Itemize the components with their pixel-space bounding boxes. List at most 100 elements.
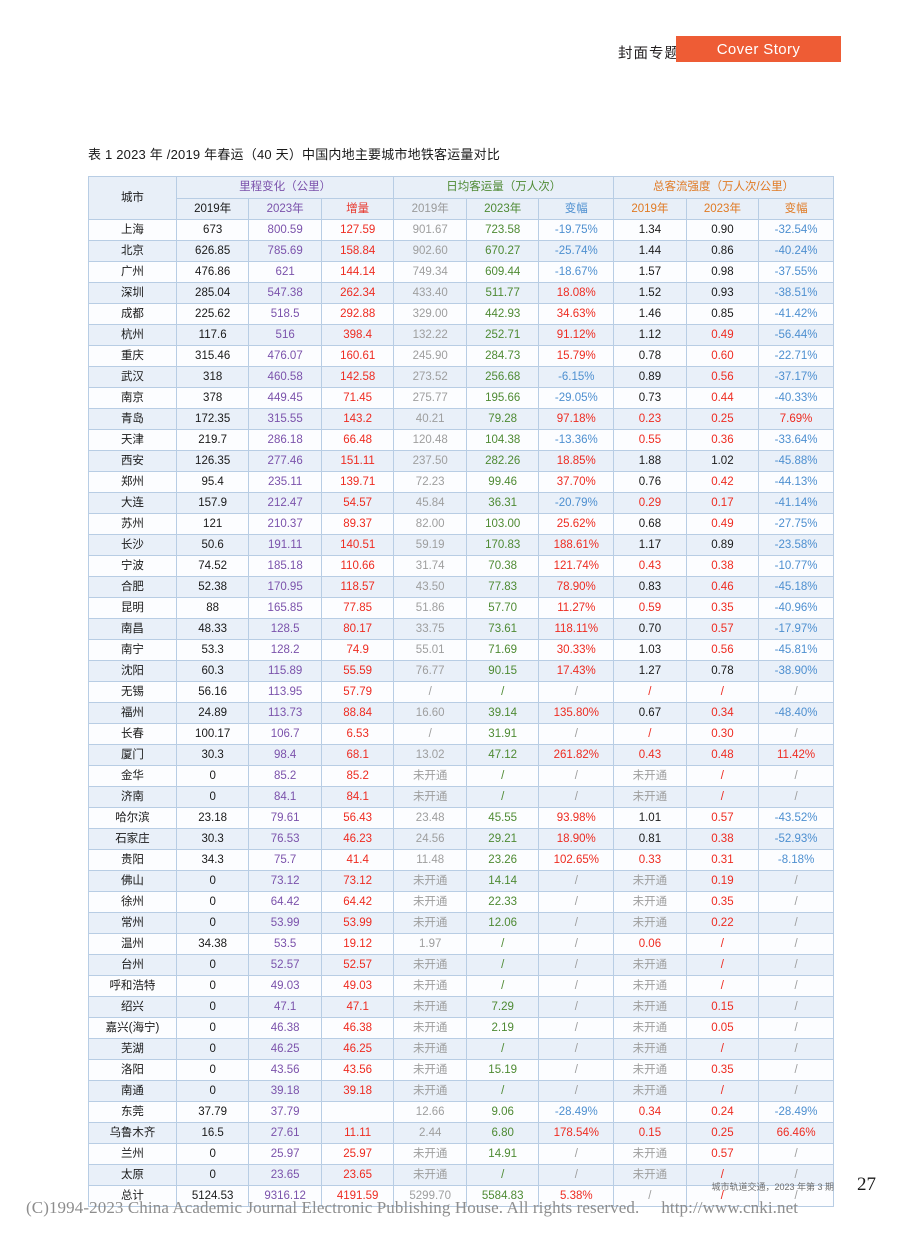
- cell-intensity-2019: 1.46: [613, 303, 687, 325]
- cell-intensity-change: /: [758, 954, 834, 976]
- cell-city: 绍兴: [88, 996, 177, 1018]
- cell-mileage-2023: 79.61: [248, 807, 322, 829]
- cell-city: 昆明: [88, 597, 177, 619]
- cell-mileage-2019: 117.6: [175, 324, 250, 346]
- cell-city: 南京: [88, 387, 177, 409]
- cell-volume-2019: 未开通: [393, 996, 467, 1018]
- cell-mileage-increment: 88.84: [320, 702, 395, 724]
- cell-volume-change: /: [538, 1164, 615, 1186]
- cell-intensity-2019: 未开通: [613, 870, 687, 892]
- cell-mileage-2023: 128.2: [248, 639, 322, 661]
- cell-volume-change: 11.27%: [538, 597, 615, 619]
- cell-mileage-2023: 25.97: [248, 1143, 322, 1165]
- table-row: 西安 126.35 277.46 151.11 237.50 282.26 18.85% 1.…: [88, 450, 834, 472]
- table-row: 宁波 74.52 185.18 110.66 31.74 70.38 121.74% 0.43…: [88, 555, 834, 577]
- cell-intensity-2023: 1.02: [685, 450, 760, 472]
- cell-volume-change: /: [538, 954, 615, 976]
- cell-intensity-change: /: [758, 1038, 834, 1060]
- col-header-intensity-2023: 2023年: [685, 198, 760, 220]
- cell-city: 成都: [88, 303, 177, 325]
- cell-intensity-change: /: [758, 912, 834, 934]
- cell-volume-2019: 43.50: [393, 576, 467, 598]
- cell-mileage-2023: 210.37: [248, 513, 322, 535]
- table-row: 常州 0 53.99 53.99 未开通 12.06/未开通 0.22/: [88, 912, 834, 934]
- cell-volume-2019: 未开通: [393, 870, 467, 892]
- cell-volume-change: 178.54%: [538, 1122, 615, 1144]
- cell-city: 宁波: [88, 555, 177, 577]
- cell-intensity-2019: 0.34: [613, 1101, 687, 1123]
- cell-volume-change: 121.74%: [538, 555, 615, 577]
- cell-volume-change: /: [538, 870, 615, 892]
- table-row: 长沙 50.6 191.11 140.51 59.19 170.83 188.61% 1.17…: [88, 534, 834, 556]
- cell-volume-2019: 12.66: [393, 1101, 467, 1123]
- cell-volume-2019: 72.23: [393, 471, 467, 493]
- table-row: 兰州 0 25.97 25.97 未开通 14.91/未开通 0.57/: [88, 1143, 834, 1165]
- section-title-cn: 封面专题: [618, 46, 680, 62]
- cell-mileage-2019: 476.86: [175, 261, 250, 283]
- table-row: 芜湖 0 46.25 46.25 未开通 / / 未开通 / /: [88, 1038, 834, 1060]
- cell-intensity-change: -10.77%: [758, 555, 834, 577]
- cell-mileage-2019: 0: [175, 1080, 250, 1102]
- cell-mileage-2019: 0: [175, 870, 250, 892]
- cell-intensity-change: -38.90%: [758, 660, 834, 682]
- table-row: 嘉兴(海宁) 0 46.38 46.38 未开通 2.19/未开通 0.05/: [88, 1017, 834, 1039]
- cell-volume-2023: 23.26: [465, 849, 540, 871]
- cell-intensity-2019: 1.34: [613, 219, 687, 241]
- cell-city: 石家庄: [88, 828, 177, 850]
- cell-mileage-increment: 25.97: [320, 1143, 395, 1165]
- cell-intensity-2023: /: [685, 1038, 760, 1060]
- cell-intensity-change: -8.18%: [758, 849, 834, 871]
- cell-intensity-change: -23.58%: [758, 534, 834, 556]
- cell-mileage-2019: 56.16: [175, 681, 250, 703]
- cell-mileage-2023: 476.07: [248, 345, 322, 367]
- cell-volume-2019: 23.48: [393, 807, 467, 829]
- cell-volume-2023: 39.14: [465, 702, 540, 724]
- cell-mileage-2019: 30.3: [175, 828, 250, 850]
- cell-mileage-2019: 0: [175, 996, 250, 1018]
- cell-volume-2023: 6.80: [465, 1122, 540, 1144]
- cell-intensity-2023: /: [685, 786, 760, 808]
- cell-mileage-2019: 23.18: [175, 807, 250, 829]
- cell-mileage-2023: 64.42: [248, 891, 322, 913]
- cell-intensity-change: /: [758, 681, 834, 703]
- cell-intensity-change: /: [758, 723, 834, 745]
- table-row: 郑州 95.4 235.11 139.71 72.23 99.46 37.70% 0.76 0.…: [88, 471, 834, 493]
- cell-city: 洛阳: [88, 1059, 177, 1081]
- cell-mileage-increment: 127.59: [320, 219, 395, 241]
- cell-intensity-2023: 0.05: [685, 1017, 760, 1039]
- cell-volume-2023: 104.38: [465, 429, 540, 451]
- cell-intensity-2019: 未开通: [613, 1038, 687, 1060]
- table-row: 厦门 30.3 98.4 68.1 13.02 47.12 261.82% 0.43 0.48 1…: [88, 744, 834, 766]
- cell-volume-2023: 103.00: [465, 513, 540, 535]
- cell-city: 金华: [88, 765, 177, 787]
- table-row: 东莞 37.79 37.79 12.66 9.06 -28.49% 0.34 0.24 -28.…: [88, 1101, 834, 1123]
- col-header-intensity-change: 变幅: [758, 198, 834, 220]
- cell-mileage-2023: 516: [248, 324, 322, 346]
- cell-volume-change: -18.67%: [538, 261, 615, 283]
- cell-volume-change: /: [538, 723, 615, 745]
- data-table-container: 城市 里程变化（公里） 日均客运量（万人次） 总客流强度（万人次/公里） 201…: [88, 176, 834, 1207]
- cell-city: 大连: [88, 492, 177, 514]
- cell-volume-2023: 12.06: [465, 912, 540, 934]
- cell-mileage-2023: 165.85: [248, 597, 322, 619]
- cell-intensity-change: -41.14%: [758, 492, 834, 514]
- cell-mileage-2019: 0: [175, 954, 250, 976]
- cell-intensity-2023: 0.98: [685, 261, 760, 283]
- cell-mileage-increment: 54.57: [320, 492, 395, 514]
- cell-intensity-2023: 0.78: [685, 660, 760, 682]
- cell-volume-change: /: [538, 975, 615, 997]
- cell-city: 贵阳: [88, 849, 177, 871]
- cell-city: 青岛: [88, 408, 177, 430]
- cell-intensity-2019: 0.29: [613, 492, 687, 514]
- cell-volume-change: 18.08%: [538, 282, 615, 304]
- cell-volume-2023: 36.31: [465, 492, 540, 514]
- cell-volume-2019: 749.34: [393, 261, 467, 283]
- cell-intensity-2019: 未开通: [613, 954, 687, 976]
- cell-mileage-increment: 77.85: [320, 597, 395, 619]
- cell-intensity-2019: 未开通: [613, 1143, 687, 1165]
- cell-intensity-change: -44.13%: [758, 471, 834, 493]
- cell-volume-2023: 71.69: [465, 639, 540, 661]
- cell-intensity-2023: 0.35: [685, 597, 760, 619]
- cell-city: 佛山: [88, 870, 177, 892]
- cell-intensity-2019: 未开通: [613, 912, 687, 934]
